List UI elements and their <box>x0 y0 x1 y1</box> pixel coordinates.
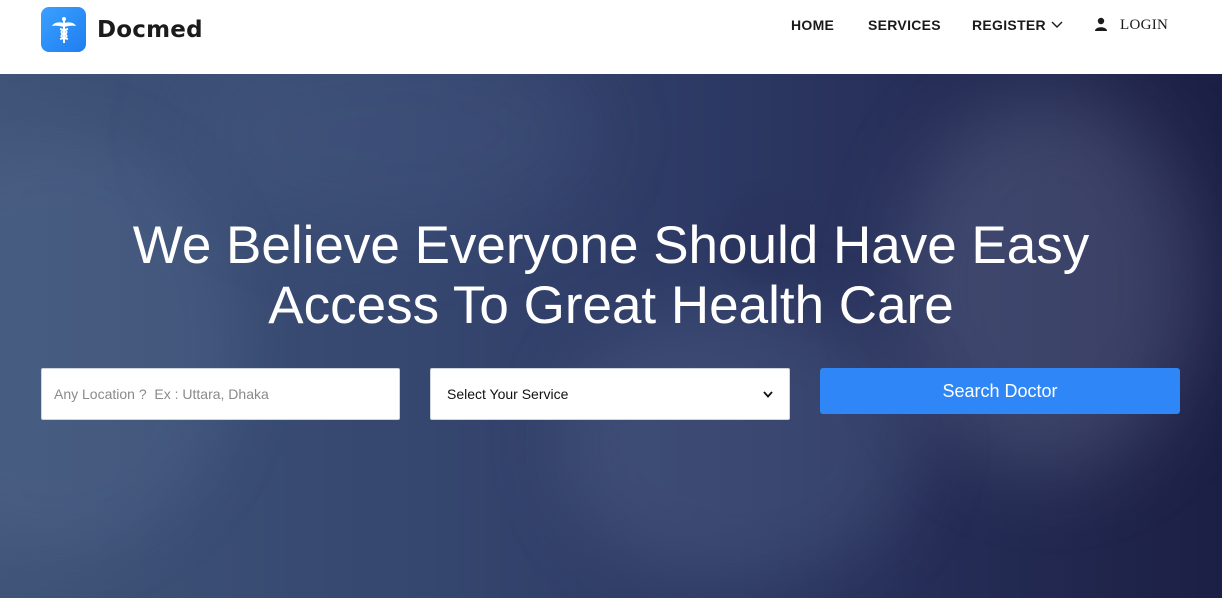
hero-background-shape <box>0 134 240 554</box>
search-doctor-label: Search Doctor <box>942 380 1058 401</box>
service-select-value: Select Your Service <box>447 386 569 402</box>
nav-register[interactable]: REGISTER <box>972 17 1063 33</box>
chevron-down-icon <box>763 390 773 398</box>
hero-background-shape <box>180 74 600 234</box>
brand-name: Docmed <box>97 16 203 43</box>
hero-title: We Believe Everyone Should Have Easy Acc… <box>0 216 1222 336</box>
site-header: Docmed HOME SERVICES REGISTER LOGIN <box>0 0 1222 74</box>
hero-background-shape <box>560 304 920 584</box>
nav-home[interactable]: HOME <box>791 17 834 33</box>
brand-logo[interactable]: Docmed <box>41 7 203 52</box>
nav-register-label: REGISTER <box>972 17 1046 33</box>
user-icon <box>1094 17 1108 31</box>
hero-title-line1: We Believe Everyone Should Have Easy <box>132 216 1090 275</box>
hero-title-line2: Access To Great Health Care <box>268 276 954 335</box>
hero-section: We Believe Everyone Should Have Easy Acc… <box>0 74 1222 598</box>
nav-login[interactable]: LOGIN <box>1094 17 1168 34</box>
service-select[interactable]: Select Your Service <box>430 368 790 420</box>
nav-login-label: LOGIN <box>1120 17 1169 33</box>
nav-home-label: HOME <box>791 17 835 33</box>
location-input[interactable] <box>41 368 400 420</box>
nav-services-label: SERVICES <box>868 17 941 33</box>
caduceus-icon <box>41 7 86 52</box>
search-doctor-button[interactable]: Search Doctor <box>820 368 1180 414</box>
chevron-down-icon <box>1051 21 1063 29</box>
nav-services[interactable]: SERVICES <box>868 17 941 33</box>
